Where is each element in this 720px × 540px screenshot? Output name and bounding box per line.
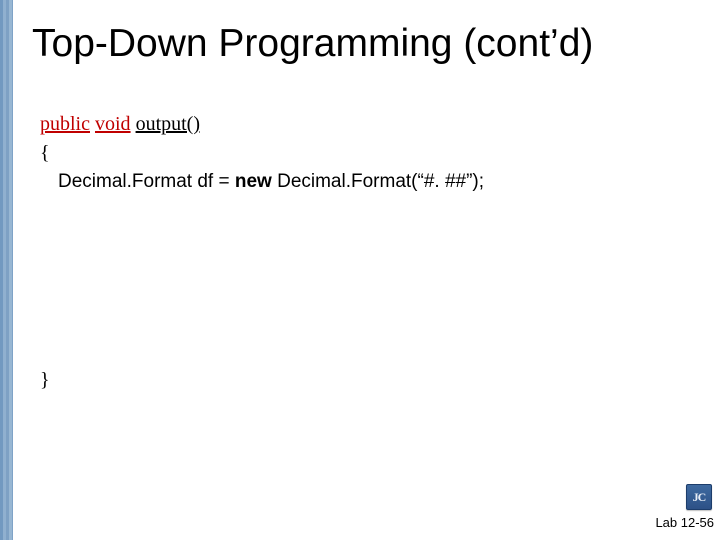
brace-open: { xyxy=(40,139,700,168)
slide-body: public void output() { Decimal.Format df… xyxy=(40,110,700,395)
slide-number: Lab 12-56 xyxy=(655,515,714,530)
method-signature: public void output() xyxy=(40,110,700,139)
code-text-2: Decimal.Format(“#. ##”); xyxy=(272,171,484,192)
code-line-1: Decimal.Format df = new Decimal.Format(“… xyxy=(58,168,700,196)
keyword-public: public xyxy=(40,113,90,135)
slide-title: Top-Down Programming (cont’d) xyxy=(32,22,593,66)
code-text-1: Decimal.Format df = xyxy=(58,171,235,192)
keyword-void: void xyxy=(95,113,131,135)
keyword-new: new xyxy=(235,171,272,192)
decorative-left-stripe xyxy=(0,0,22,540)
method-name: output() xyxy=(136,113,200,135)
logo-badge: JC xyxy=(686,484,712,510)
brace-close: } xyxy=(40,366,700,395)
